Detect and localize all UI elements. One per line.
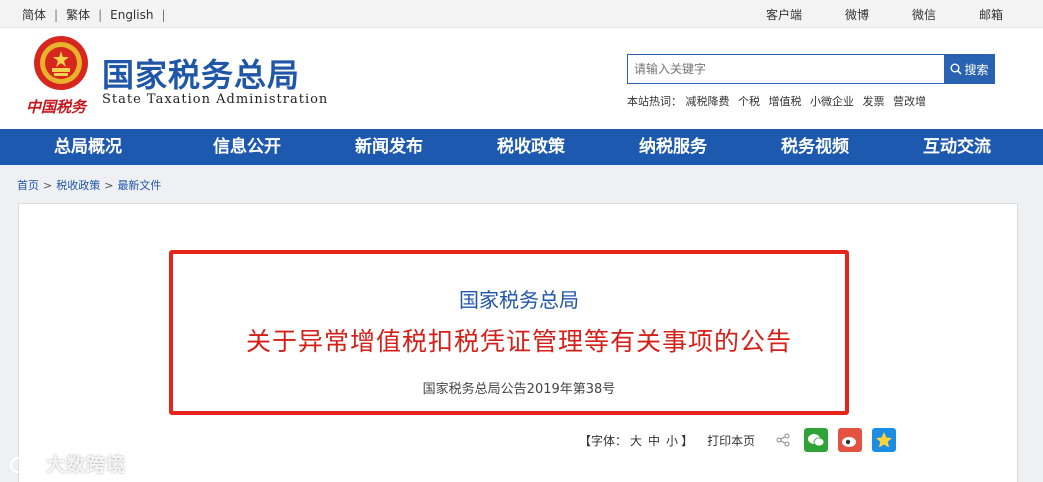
mailbox-link[interactable]: 邮箱 (979, 6, 1003, 23)
nav-item-tax-policy[interactable]: 税收政策 (460, 129, 602, 165)
article-number: 国家税务总局公告2019年第38号 (422, 382, 616, 397)
lang-simplified-link[interactable]: 简体 (14, 6, 54, 23)
watermark-logo-icon (10, 456, 44, 473)
hot-words-label: 本站热词： (627, 95, 682, 108)
hot-word-link[interactable]: 减税降费 (686, 95, 730, 108)
national-emblem-icon[interactable] (32, 34, 90, 92)
nav-item-disclosure[interactable]: 信息公开 (176, 129, 318, 165)
font-medium-link[interactable]: 中 (648, 432, 660, 449)
hot-word-link[interactable]: 增值税 (769, 95, 802, 108)
site-title[interactable]: 国家税务总局 (102, 50, 300, 96)
watermark-text: 大数跨境 (46, 454, 127, 476)
lang-english-link[interactable]: English (102, 8, 161, 22)
hot-words: 本站热词： 减税降费 个税 增值税 小微企业 发票 营改增 (627, 93, 931, 109)
search-input[interactable] (627, 54, 945, 84)
top-bar: 简体 | 繁体 | English | 客户端 微博 微信 邮箱 (0, 0, 1043, 28)
site-header: 中国税务 国家税务总局 State Taxation Administratio… (0, 28, 1043, 129)
client-link[interactable]: 客户端 (766, 6, 802, 23)
lang-traditional-link[interactable]: 繁体 (58, 6, 98, 23)
separator: | (161, 7, 166, 22)
site-subtitle: State Taxation Administration (102, 92, 329, 107)
font-small-link[interactable]: 小 (666, 432, 678, 449)
weibo-link[interactable]: 微博 (845, 6, 869, 23)
nav-item-interaction[interactable]: 互动交流 (886, 129, 1028, 165)
breadcrumb-separator: > (43, 179, 53, 192)
search-button-label: 搜索 (964, 62, 989, 77)
search-box: 搜索 (627, 54, 995, 84)
article-issuer: 国家税务总局 (459, 288, 579, 312)
breadcrumb-separator: > (104, 179, 114, 192)
font-large-link[interactable]: 大 (630, 432, 642, 449)
nav-item-tax-video[interactable]: 税务视频 (744, 129, 886, 165)
china-tax-logo: 中国税务 (26, 98, 87, 116)
top-links: 客户端 微博 微信 邮箱 (723, 6, 1003, 23)
nav-item-overview[interactable]: 总局概况 (0, 129, 176, 165)
weibo-share-icon[interactable] (838, 428, 863, 452)
print-link[interactable]: 打印本页 (707, 432, 755, 449)
language-switcher: 简体 | 繁体 | English | (14, 6, 166, 23)
qzone-share-icon[interactable] (872, 428, 897, 452)
font-size-close: 】 (681, 433, 694, 448)
breadcrumb-home[interactable]: 首页 (17, 179, 39, 192)
nav-item-news[interactable]: 新闻发布 (318, 129, 460, 165)
breadcrumb: 首页 > 税收政策 > 最新文件 (17, 177, 161, 193)
hot-word-link[interactable]: 个税 (738, 95, 760, 108)
article-panel: 国家税务总局 关于异常增值税扣税凭证管理等有关事项的公告 国家税务总局公告201… (18, 203, 1018, 482)
search-icon (950, 63, 963, 75)
wechat-share-icon[interactable] (804, 428, 829, 452)
breadcrumb-tax-policy[interactable]: 税收政策 (56, 179, 100, 192)
search-button[interactable]: 搜索 (944, 54, 995, 84)
main-nav: 总局概况 信息公开 新闻发布 税收政策 纳税服务 税务视频 互动交流 (0, 129, 1043, 165)
article-title: 关于异常增值税扣税凭证管理等有关事项的公告 (245, 327, 792, 356)
hot-word-link[interactable]: 营改增 (893, 95, 926, 108)
share-icon[interactable] (776, 433, 790, 447)
hot-word-link[interactable]: 发票 (863, 95, 885, 108)
breadcrumb-latest-files[interactable]: 最新文件 (117, 179, 161, 192)
watermark: 大数跨境 (8, 450, 126, 477)
nav-item-tax-service[interactable]: 纳税服务 (602, 129, 744, 165)
font-size-label: 【字体： (579, 433, 628, 448)
article-tools: 【字体： 大 中 小 】 打印本页 (579, 428, 897, 452)
wechat-link[interactable]: 微信 (912, 6, 936, 23)
hot-word-link[interactable]: 小微企业 (810, 95, 854, 108)
